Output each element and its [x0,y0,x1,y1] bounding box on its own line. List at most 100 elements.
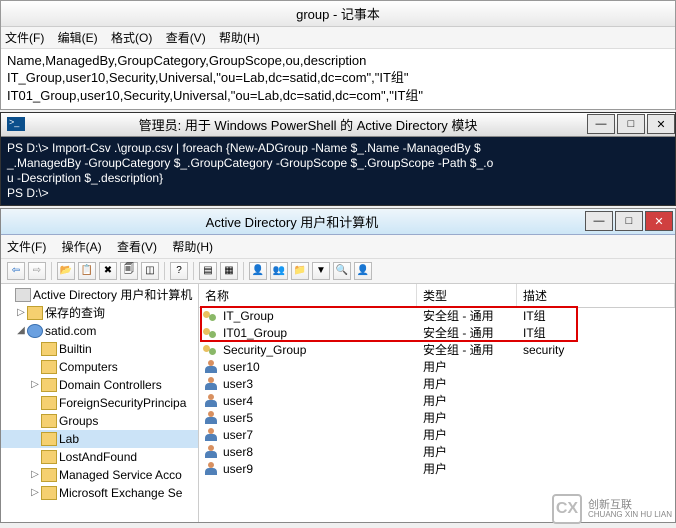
aduc-toolbar: ⇦ ⇨ 📂 📋 ✖ 🗐 ◫ ? ▤ ▦ 👤 👥 📁 ▼ 🔍 👤 [1,259,675,284]
minimize-button[interactable]: — [587,114,615,134]
row-name: IT_Group [223,308,274,325]
forward-button[interactable]: ⇨ [28,262,46,280]
new-user-icon[interactable]: 👤 [249,262,267,280]
row-type: 用户 [417,393,517,410]
help-icon[interactable]: ? [170,262,188,280]
list-icon[interactable]: ▤ [199,262,217,280]
maximize-button[interactable]: □ [615,211,643,231]
list-row[interactable]: user4 用户 [199,393,675,410]
menu-format[interactable]: 格式(O) [111,31,152,45]
new-group-icon[interactable]: 👥 [270,262,288,280]
tree-domain[interactable]: ◢satid.com [1,322,198,340]
row-type: 用户 [417,359,517,376]
group-icon [203,326,219,340]
folder-icon [27,306,43,320]
delete-icon[interactable]: ✖ [99,262,117,280]
tree-computers[interactable]: Computers [1,358,198,376]
row-type: 用户 [417,427,517,444]
properties-icon[interactable]: 🗐 [120,262,138,280]
watermark-brand: 创新互联 [588,499,672,511]
row-type: 安全组 - 通用 [417,308,517,325]
notepad-content[interactable]: Name,ManagedBy,GroupCategory,GroupScope,… [1,49,675,109]
row-desc: IT组 [517,308,675,325]
close-button[interactable]: ✕ [647,114,675,134]
list-row[interactable]: IT_Group 安全组 - 通用IT组 [199,308,675,325]
menu-help[interactable]: 帮助(H) [219,31,260,45]
maximize-button[interactable]: □ [617,114,645,134]
tree-domain-controllers[interactable]: ▷Domain Controllers [1,376,198,394]
folder-icon [41,414,57,428]
user-icon [203,394,219,408]
list-row[interactable]: user8用户 [199,444,675,461]
folder-icon [41,378,57,392]
list-row[interactable]: Security_Group安全组 - 通用security [199,342,675,359]
tree-msa[interactable]: ▷Managed Service Acco [1,466,198,484]
column-type[interactable]: 类型 [417,284,517,307]
menu-file[interactable]: 文件(F) [5,31,44,45]
group-icon [203,309,219,323]
powershell-icon [7,117,25,131]
aduc-title: Active Directory 用户和计算机 [1,212,583,231]
powershell-titlebar: 管理员: 用于 Windows PowerShell 的 Active Dire… [1,113,675,137]
back-button[interactable]: ⇦ [7,262,25,280]
tree-lostandfound[interactable]: LostAndFound [1,448,198,466]
column-name[interactable]: 名称 [199,284,417,307]
find-icon[interactable]: 🔍 [333,262,351,280]
row-name: user7 [223,427,253,444]
new-ou-icon[interactable]: 📁 [291,262,309,280]
menu-help[interactable]: 帮助(H) [172,240,213,254]
list-row[interactable]: user9用户 [199,461,675,478]
menu-view[interactable]: 查看(V) [117,240,157,254]
tree-exchange[interactable]: ▷Microsoft Exchange Se [1,484,198,502]
row-name: user4 [223,393,253,410]
row-type: 安全组 - 通用 [417,342,517,359]
aduc-menubar: 文件(F) 操作(A) 查看(V) 帮助(H) [1,235,675,259]
add-icon[interactable]: 👤 [354,262,372,280]
folder-icon [41,450,57,464]
menu-action[interactable]: 操作(A) [62,240,102,254]
user-icon [203,445,219,459]
row-type: 用户 [417,444,517,461]
list-row[interactable]: IT01_Group安全组 - 通用IT组 [199,325,675,342]
folder-icon [41,342,57,356]
refresh-icon[interactable]: ◫ [141,262,159,280]
tree-fsp[interactable]: ForeignSecurityPrincipa [1,394,198,412]
notepad-title: group - 记事本 [1,1,675,27]
folder-icon [41,396,57,410]
powershell-console[interactable]: PS D:\> Import-Csv .\group.csv | foreach… [1,137,675,205]
separator [164,262,165,280]
list-pane[interactable]: 名称 类型 描述 IT_Group 安全组 - 通用IT组IT01_Group安全… [199,284,675,522]
up-button[interactable]: 📂 [57,262,75,280]
row-type: 用户 [417,461,517,478]
tree-groups[interactable]: Groups [1,412,198,430]
tree-pane[interactable]: Active Directory 用户和计算机 ▷保存的查询 ◢satid.co… [1,284,199,522]
menu-edit[interactable]: 编辑(E) [58,31,98,45]
notepad-menubar: 文件(F) 编辑(E) 格式(O) 查看(V) 帮助(H) [1,27,675,49]
user-icon [203,428,219,442]
list-row[interactable]: user7 用户 [199,427,675,444]
list-row[interactable]: user3用户 [199,376,675,393]
tree-saved-queries[interactable]: ▷保存的查询 [1,304,198,322]
row-name: user3 [223,376,253,393]
list-row[interactable]: user5用户 [199,410,675,427]
minimize-button[interactable]: — [585,211,613,231]
domain-icon [27,324,43,338]
menu-view[interactable]: 查看(V) [166,31,206,45]
filter-icon[interactable]: ▼ [312,262,330,280]
user-icon [203,377,219,391]
detail-icon[interactable]: ▦ [220,262,238,280]
tree-lab[interactable]: Lab [1,430,198,448]
folder-icon [41,486,57,500]
user-icon [203,462,219,476]
row-desc: security [517,342,675,359]
close-button[interactable]: ✕ [645,211,673,231]
list-row[interactable]: user10用户 [199,359,675,376]
tree-root[interactable]: Active Directory 用户和计算机 [1,286,198,304]
watermark: CX 创新互联 CHUANG XIN HU LIAN [552,494,672,524]
cut-icon[interactable]: 📋 [78,262,96,280]
powershell-window: 管理员: 用于 Windows PowerShell 的 Active Dire… [0,112,676,206]
column-desc[interactable]: 描述 [517,284,675,307]
aduc-icon [15,288,31,302]
menu-file[interactable]: 文件(F) [7,240,46,254]
tree-builtin[interactable]: Builtin [1,340,198,358]
